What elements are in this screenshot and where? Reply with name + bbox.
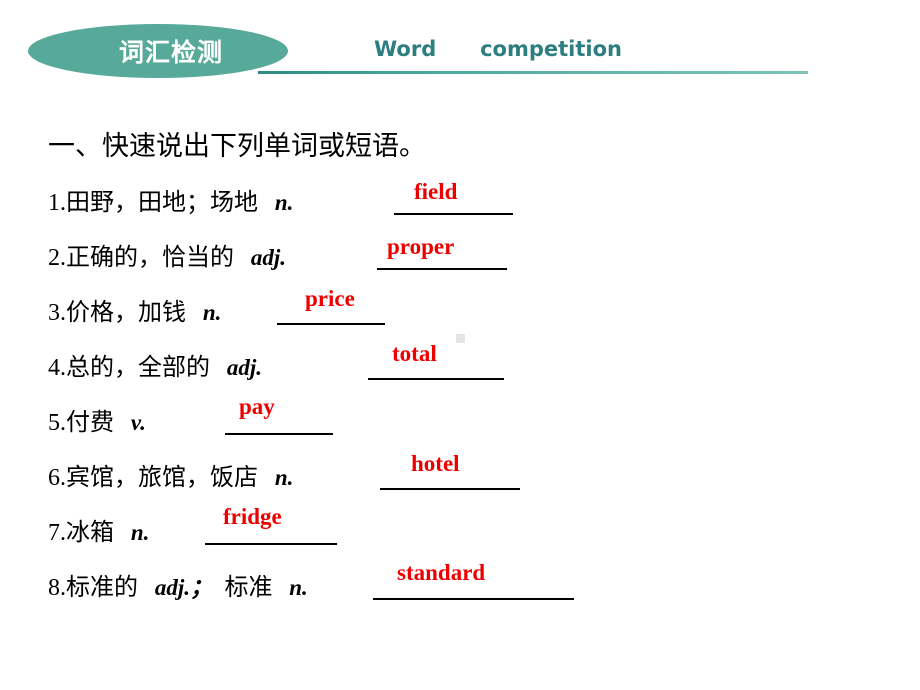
item-part-of-speech: adj.； xyxy=(154,575,225,600)
answer-text: proper xyxy=(387,234,455,259)
answer-text: total xyxy=(392,341,437,366)
list-item: 4.总的，全部的 adj. total xyxy=(48,341,888,402)
answer-text: hotel xyxy=(411,451,460,476)
list-item: 5.付费 v. pay xyxy=(48,394,888,457)
section-badge-label: 词汇检测 xyxy=(118,38,223,67)
item-part-of-speech: v. xyxy=(130,410,146,435)
item-prompt: 付费 xyxy=(66,410,131,436)
vocabulary-exercise-list: 一、快速说出下列单词或短语。 1.田野，田地；场地 n. field 2.正确的… xyxy=(48,133,888,622)
item-prompt-secondary: 标准 xyxy=(224,575,290,601)
item-part-of-speech: adj. xyxy=(226,355,262,380)
item-prompt: 田野，田地；场地 xyxy=(66,190,275,216)
item-part-of-speech-secondary: n. xyxy=(289,575,308,600)
header-divider xyxy=(258,71,808,74)
list-item: 7.冰箱 n. fridge xyxy=(48,504,888,567)
item-number: 1. xyxy=(48,190,66,216)
item-prompt: 标准的 xyxy=(66,575,155,601)
background-speck xyxy=(456,334,465,343)
answer-text: pay xyxy=(239,394,275,419)
item-prompt: 正确的，恰当的 xyxy=(66,245,251,271)
answer-text: price xyxy=(305,286,355,311)
item-prompt: 总的，全部的 xyxy=(66,355,227,381)
list-item: 2.正确的，恰当的 adj. proper xyxy=(48,234,888,292)
item-prompt: 价格，加钱 xyxy=(66,300,203,326)
list-item: 8.标准的 adj.； 标准 n. standard xyxy=(48,560,888,622)
answer-text: field xyxy=(414,179,458,204)
item-prompt: 宾馆，旅馆，饭店 xyxy=(66,465,275,491)
item-part-of-speech: n. xyxy=(274,465,294,490)
list-item: 1.田野，田地；场地 n. field xyxy=(48,179,888,237)
answer-text: standard xyxy=(397,560,486,585)
page-title: Word competition xyxy=(374,37,622,61)
item-prompt: 冰箱 xyxy=(66,520,131,546)
item-number: 6. xyxy=(48,465,66,491)
slide-header: 词汇检测 Word competition xyxy=(0,0,920,90)
item-part-of-speech: n. xyxy=(130,520,150,545)
answer-text: fridge xyxy=(223,504,282,529)
item-number: 4. xyxy=(48,355,66,381)
item-number: 5. xyxy=(48,410,66,436)
section-heading: 一、快速说出下列单词或短语。 xyxy=(48,131,426,161)
list-item: 6.宾馆，旅馆，饭店 n. hotel xyxy=(48,451,888,512)
item-part-of-speech: adj. xyxy=(250,245,286,270)
item-number: 2. xyxy=(48,245,66,271)
list-item: 3.价格，加钱 n. price xyxy=(48,286,888,347)
item-part-of-speech: n. xyxy=(202,300,222,325)
section-badge: 词汇检测 xyxy=(28,24,288,78)
item-part-of-speech: n. xyxy=(274,190,294,215)
item-number: 7. xyxy=(48,520,66,546)
item-number: 8. xyxy=(48,575,66,601)
item-number: 3. xyxy=(48,300,66,326)
